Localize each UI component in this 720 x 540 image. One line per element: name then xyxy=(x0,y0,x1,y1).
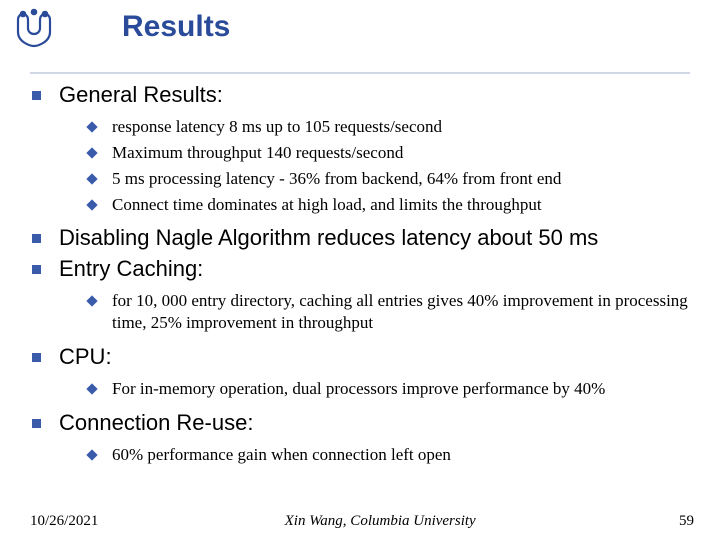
diamond-bullet-icon xyxy=(86,122,97,133)
sub-text: 5 ms processing latency - 36% from backe… xyxy=(112,168,561,190)
diamond-bullet-icon xyxy=(86,450,97,461)
sub-item: 60% performance gain when connection lef… xyxy=(88,444,700,466)
bullet-general-results: General Results: xyxy=(32,82,700,108)
footer-date: 10/26/2021 xyxy=(30,513,98,530)
sub-item: 5 ms processing latency - 36% from backe… xyxy=(88,168,700,190)
heading-text: General Results: xyxy=(59,82,223,108)
diamond-bullet-icon xyxy=(86,383,97,394)
bullet-entry-caching: Entry Caching: xyxy=(32,256,700,282)
sub-item: response latency 8 ms up to 105 requests… xyxy=(88,116,700,138)
square-bullet-icon xyxy=(32,353,41,362)
footer-page-number: 59 xyxy=(662,513,694,530)
diamond-bullet-icon xyxy=(86,173,97,184)
square-bullet-icon xyxy=(32,419,41,428)
sub-text: for 10, 000 entry directory, caching all… xyxy=(112,290,692,334)
columbia-crown-icon xyxy=(12,6,56,53)
sub-text: response latency 8 ms up to 105 requests… xyxy=(112,116,442,138)
heading-text: Connection Re-use: xyxy=(59,410,253,436)
footer: 10/26/2021 Xin Wang, Columbia University… xyxy=(0,513,720,530)
square-bullet-icon xyxy=(32,265,41,274)
diamond-bullet-icon xyxy=(86,147,97,158)
bullet-nagle: Disabling Nagle Algorithm reduces latenc… xyxy=(32,225,700,251)
sub-text: 60% performance gain when connection lef… xyxy=(112,444,451,466)
sub-text: Connect time dominates at high load, and… xyxy=(112,194,542,216)
sub-text: Maximum throughput 140 requests/second xyxy=(112,142,403,164)
sub-text: For in-memory operation, dual processors… xyxy=(112,378,605,400)
heading-text: Entry Caching: xyxy=(59,256,203,282)
heading-text: CPU: xyxy=(59,344,112,370)
sub-item: Connect time dominates at high load, and… xyxy=(88,194,700,216)
sublist-general: response latency 8 ms up to 105 requests… xyxy=(88,116,700,215)
bullet-cpu: CPU: xyxy=(32,344,700,370)
sub-item: For in-memory operation, dual processors… xyxy=(88,378,700,400)
square-bullet-icon xyxy=(32,234,41,243)
square-bullet-icon xyxy=(32,91,41,100)
slide-title: Results xyxy=(122,10,230,44)
slide-body: General Results: response latency 8 ms u… xyxy=(32,82,700,476)
footer-author: Xin Wang, Columbia University xyxy=(98,513,662,530)
sublist-conn-reuse: 60% performance gain when connection lef… xyxy=(88,444,700,466)
sub-item: for 10, 000 entry directory, caching all… xyxy=(88,290,700,334)
diamond-bullet-icon xyxy=(86,296,97,307)
sublist-cpu: For in-memory operation, dual processors… xyxy=(88,378,700,400)
bullet-conn-reuse: Connection Re-use: xyxy=(32,410,700,436)
title-underline xyxy=(30,72,690,74)
slide: Results General Results: response latenc… xyxy=(0,0,720,540)
heading-text: Disabling Nagle Algorithm reduces latenc… xyxy=(59,225,598,251)
diamond-bullet-icon xyxy=(86,199,97,210)
sub-item: Maximum throughput 140 requests/second xyxy=(88,142,700,164)
sublist-entry-caching: for 10, 000 entry directory, caching all… xyxy=(88,290,700,334)
